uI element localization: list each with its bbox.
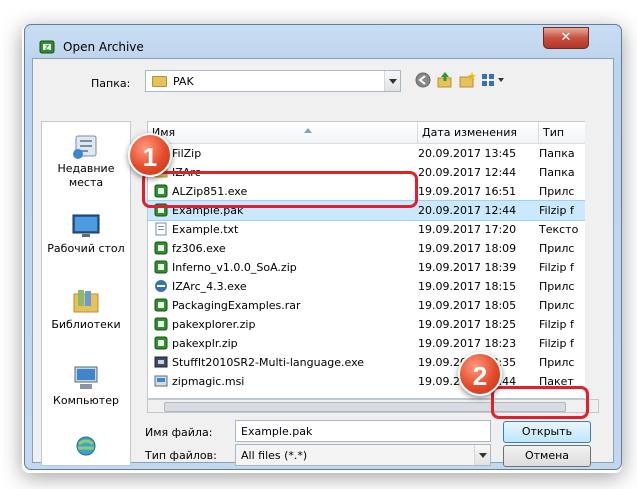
sort-ascending-icon [304, 123, 312, 136]
filetype-value: All files (*.*) [241, 449, 308, 462]
file-type: Прилс [539, 299, 575, 312]
place-recent-places[interactable]: Недавние места [42, 130, 130, 190]
file-type: Тексто [539, 223, 579, 236]
file-date: 19.09.2017 16:51 [418, 185, 517, 198]
file-type: Папка [539, 166, 575, 179]
file-name: FilZip [172, 147, 202, 160]
file-date: 19.09.2017 18:25 [418, 318, 517, 331]
column-header-name[interactable]: Имя [148, 122, 418, 144]
column-header-date[interactable]: Дата изменения [418, 122, 539, 144]
folder-combobox[interactable]: PAK [145, 70, 401, 92]
recent-places-icon [73, 135, 97, 159]
file-row[interactable]: IZArc_4.3.exe 19.09.2017 18:15 Прилс [148, 277, 598, 296]
file-type: Filzip f [539, 261, 574, 274]
computer-icon [74, 366, 98, 389]
filename-value: Example.pak [241, 425, 313, 438]
file-type: Прилс [539, 356, 575, 369]
place-label-computer: Компьютер [53, 394, 119, 407]
libraries-icon [73, 290, 99, 313]
view-menu-icon[interactable] [479, 71, 507, 91]
file-type: Filzip f [539, 318, 574, 331]
file-date: 19.09.2017 18:23 [418, 337, 517, 350]
filzip-file-icon [154, 317, 168, 331]
place-label-desktop: Рабочий стол [47, 242, 125, 255]
stuffit-file-icon [154, 355, 168, 369]
callout-badge-2: 2 [458, 352, 502, 396]
highlight-example-pak-row [142, 171, 418, 208]
file-type: Filzip f [539, 204, 574, 217]
place-desktop[interactable]: Рабочий стол [42, 210, 130, 256]
file-row[interactable]: Example.txt 19.09.2017 17:20 Тексто [148, 220, 598, 239]
exe-file-icon [154, 241, 168, 255]
filename-label: Имя файла: [145, 426, 213, 439]
close-button[interactable]: ✕ [543, 27, 589, 49]
callout-badge-1: 1 [128, 133, 172, 177]
file-row[interactable]: FilZip 20.09.2017 13:45 Папка [148, 144, 598, 163]
file-name: fz306.exe [172, 242, 226, 255]
column-header-type-label: Тип [543, 126, 565, 139]
filetype-select[interactable]: All files (*.*) [235, 444, 491, 466]
highlight-open-button [491, 386, 589, 419]
file-list: Имя Дата изменения Тип FilZip 20.09.2017 … [147, 121, 599, 399]
file-row[interactable]: StuffIt2010SR2-Multi-language.exe 19.09.2… [148, 353, 598, 372]
file-name: Example.txt [172, 223, 239, 236]
file-date: 20.09.2017 12:44 [418, 204, 517, 217]
open-button[interactable]: Открыть [503, 421, 591, 443]
file-name: pakexplorer.zip [172, 318, 256, 331]
file-name: IZArc_4.3.exe [172, 280, 247, 293]
exe-file-icon [154, 298, 168, 312]
file-date: 19.09.2017 18:09 [418, 242, 517, 255]
place-computer[interactable]: Компьютер [42, 362, 130, 408]
folder-label: Папка: [91, 77, 131, 90]
file-type: Прилс [539, 185, 575, 198]
file-name: Inferno_v1.0.0_SoA.zip [172, 261, 297, 274]
desktop-icon [72, 214, 100, 237]
msi-file-icon [154, 374, 168, 388]
file-type: Прилс [539, 242, 575, 255]
column-header-date-label: Дата изменения [422, 126, 517, 139]
filename-input[interactable]: Example.pak [235, 420, 491, 442]
network-icon [76, 436, 96, 456]
folder-icon [152, 76, 167, 87]
place-network[interactable] [42, 432, 130, 466]
places-bar: Недавние места Рабочий стол Библиотеки К… [41, 121, 131, 466]
place-label-libraries: Библиотеки [51, 318, 121, 331]
file-date: 20.09.2017 13:45 [418, 147, 517, 160]
file-date: 19.09.2017 17:20 [418, 223, 517, 236]
file-type: Прилс [539, 280, 575, 293]
svg-text:Z: Z [45, 45, 49, 52]
txt-file-icon [154, 222, 168, 236]
file-date: 19.09.2017 18:39 [418, 261, 517, 274]
up-folder-icon[interactable] [435, 71, 455, 91]
place-label-recent: Недавние места [57, 162, 115, 189]
file-date: 19.09.2017 18:15 [418, 280, 517, 293]
file-name: zipmagic.msi [172, 375, 245, 388]
filzip-file-icon [154, 260, 168, 274]
file-type: Папка [539, 147, 575, 160]
back-icon[interactable] [413, 71, 433, 91]
filetype-label: Тип файлов: [145, 449, 217, 462]
folder-value: PAK [173, 75, 194, 88]
file-row[interactable]: PackagingExamples.rar 19.09.2017 18:05 При… [148, 296, 598, 315]
cancel-button[interactable]: Отмена [503, 445, 591, 467]
file-date: 19.09.2017 18:05 [418, 299, 517, 312]
file-name: pakexplr.zip [172, 337, 238, 350]
file-row[interactable]: pakexplorer.zip 19.09.2017 18:25 Filzip f [148, 315, 598, 334]
file-row[interactable]: Inferno_v1.0.0_SoA.zip 19.09.2017 18:39 Fi… [148, 258, 598, 277]
place-libraries[interactable]: Библиотеки [42, 286, 130, 332]
izarc-file-icon [154, 279, 168, 293]
vertical-scrollbar[interactable] [585, 121, 599, 399]
file-date: 20.09.2017 12:44 [418, 166, 517, 179]
window-title: Open Archive [63, 40, 144, 54]
filzip-app-icon: Z [39, 40, 55, 54]
chevron-down-icon[interactable] [474, 445, 490, 465]
new-folder-icon[interactable] [457, 71, 477, 91]
chevron-down-icon[interactable] [384, 71, 400, 91]
file-type: Filzip f [539, 337, 574, 350]
file-name: PackagingExamples.rar [172, 299, 301, 312]
file-row[interactable]: fz306.exe 19.09.2017 18:09 Прилс [148, 239, 598, 258]
file-row[interactable]: pakexplr.zip 19.09.2017 18:23 Filzip f [148, 334, 598, 353]
filzip-file-icon [154, 336, 168, 350]
file-name: StuffIt2010SR2-Multi-language.exe [172, 356, 365, 369]
